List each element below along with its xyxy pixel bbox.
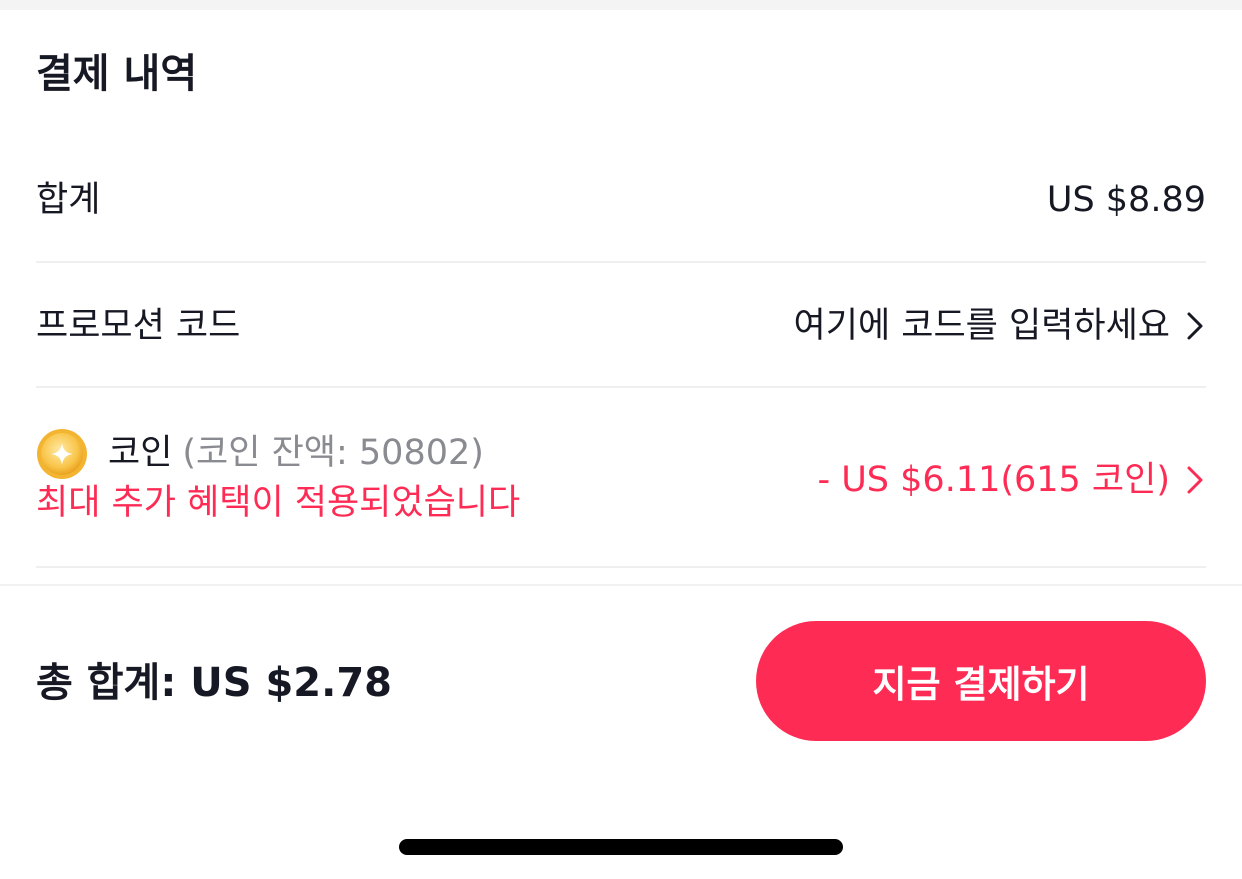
total-amount: 총 합계: US $2.78 bbox=[36, 660, 392, 706]
subtotal-label: 합계 bbox=[36, 180, 101, 220]
coin-label: 코인 bbox=[108, 433, 173, 473]
promo-code-placeholder: 여기에 코드를 입력하세요 bbox=[793, 306, 1170, 346]
subtotal-value: US $8.89 bbox=[1046, 180, 1206, 220]
coin-label-group: 코인 (코인 잔액: 50802) bbox=[108, 428, 484, 478]
coin-benefit-note: 최대 추가 혜택이 적용되었습니다 bbox=[36, 483, 521, 523]
coin-balance: (코인 잔액: 50802) bbox=[182, 433, 484, 473]
coin-discount[interactable]: - US $6.11(615 코인) bbox=[817, 456, 1206, 504]
divider bbox=[36, 386, 1206, 388]
chevron-right-icon bbox=[1184, 465, 1206, 495]
home-indicator bbox=[399, 839, 843, 855]
divider bbox=[36, 261, 1206, 263]
subtotal-row: 합계 US $8.89 bbox=[36, 176, 1206, 226]
chevron-right-icon bbox=[1184, 311, 1206, 341]
footer-border bbox=[0, 584, 1242, 586]
promo-code-row[interactable]: 프로모션 코드 여기에 코드를 입력하세요 bbox=[36, 302, 1206, 352]
promo-code-entry[interactable]: 여기에 코드를 입력하세요 bbox=[794, 302, 1206, 350]
coin-icon bbox=[36, 428, 88, 480]
pay-now-button[interactable]: 지금 결제하기 bbox=[756, 621, 1206, 741]
coin-row[interactable]: 코인 (코인 잔액: 50802) 최대 추가 혜택이 적용되었습니다 - US … bbox=[36, 428, 1206, 532]
top-strip bbox=[0, 0, 1242, 10]
coin-discount-value: - US $6.11(615 코인) bbox=[817, 460, 1170, 500]
section-title: 결제 내역 bbox=[36, 51, 198, 97]
promo-code-label: 프로모션 코드 bbox=[36, 306, 241, 346]
divider bbox=[36, 566, 1206, 568]
